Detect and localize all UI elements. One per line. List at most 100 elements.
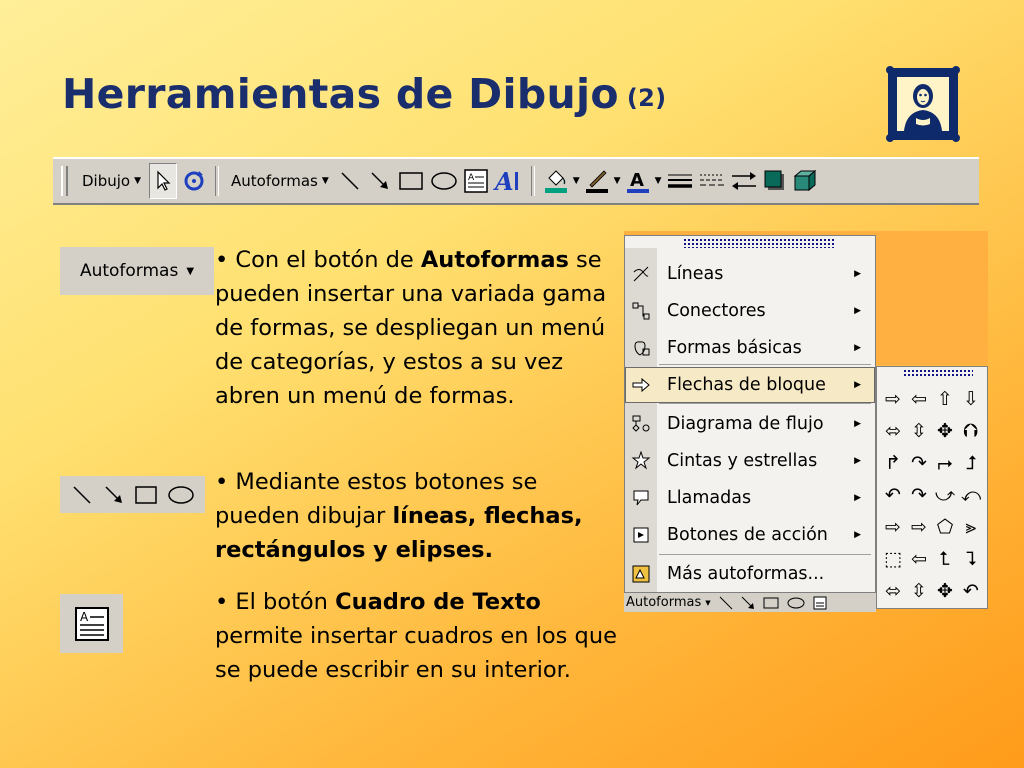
callouts-icon [625, 488, 657, 508]
line-color-button[interactable]: ▼ [584, 164, 621, 198]
oval-icon[interactable] [167, 483, 195, 507]
rectangle-icon[interactable] [762, 595, 780, 611]
menu-item-label: Conectores [667, 301, 766, 321]
p1-bold-text: Autoformas [420, 247, 569, 273]
submenu-arrow-icon: ▶ [854, 530, 861, 540]
line-icon[interactable] [718, 595, 734, 611]
shape-option[interactable]: ⇳ [906, 575, 932, 607]
text-box-icon: A [74, 606, 109, 641]
lines-icon [625, 264, 657, 284]
arrow-icon[interactable] [102, 483, 126, 507]
arrow-icon[interactable] [740, 595, 756, 611]
menu-item-cintas-y-estrellas[interactable]: Cintas y estrellas ▶ [625, 443, 875, 479]
oval-icon[interactable] [786, 595, 806, 611]
menu-divider [659, 364, 871, 365]
shape-option[interactable]: ⇧ [932, 383, 958, 415]
menu-item-llamadas[interactable]: Llamadas ▶ [625, 480, 875, 516]
shape-option[interactable]: ⇦ [906, 543, 932, 575]
dropdown-arrow-icon: ▼ [705, 598, 711, 607]
slide-title: Herramientas de Dibujo (2) [62, 70, 666, 118]
mini-autoformas-label[interactable]: Autoformas [626, 595, 701, 610]
shape-option[interactable]: ⇨ [880, 383, 906, 415]
arrow-style-button[interactable] [730, 164, 758, 198]
toolbar-separator [530, 166, 535, 196]
shape-option[interactable]: ⮉ [958, 415, 984, 447]
shape-option[interactable]: ⤺ [958, 479, 984, 511]
shape-option[interactable]: ⤻ [932, 479, 958, 511]
shape-option[interactable]: ↶ [880, 479, 906, 511]
shape-option[interactable]: ↱ [880, 447, 906, 479]
submenu-arrow-icon: ▶ [854, 306, 861, 316]
free-rotate-button[interactable] [181, 164, 207, 198]
dibujo-menu-label: Dibujo [82, 172, 131, 190]
wordart-button[interactable]: A [493, 164, 523, 198]
line-style-button[interactable] [666, 164, 694, 198]
menu-item-flechas-de-bloque[interactable]: Flechas de bloque ▶ [625, 367, 875, 403]
shape-option[interactable]: ↶ [958, 575, 984, 607]
shape-option[interactable]: ⮣ [932, 447, 958, 479]
shape-option[interactable]: ⇦ [906, 383, 932, 415]
autoformas-menu-button[interactable]: Autoformas ▼ [227, 164, 333, 198]
dash-style-button[interactable] [698, 164, 726, 198]
text-box-icon[interactable] [812, 595, 828, 611]
shape-option[interactable]: ✥ [932, 415, 958, 447]
line-button[interactable] [337, 164, 363, 198]
menu-item-botones-de-accion[interactable]: Botones de acción ▶ [625, 517, 875, 553]
block-arrows-submenu: ⇨ ⇦ ⇧ ⇩ ⬄ ⇳ ✥ ⮉ ↱ ↷ ⮣ ⮥ ↶ ↷ ⤻ ⤺ ⇨ ⇨ ⬠ ⪢ … [876, 366, 988, 609]
line-icon[interactable] [70, 483, 94, 507]
shape-option[interactable]: ⮤ [932, 543, 958, 575]
shape-option[interactable]: ↷ [906, 479, 932, 511]
dropdown-arrow-icon: ▼ [134, 176, 142, 186]
shape-option[interactable]: ⮥ [958, 447, 984, 479]
shape-option[interactable]: ⇳ [906, 415, 932, 447]
shape-option[interactable]: ⇩ [958, 383, 984, 415]
menu-item-mas-autoformas[interactable]: Más autoformas... [625, 556, 875, 592]
framed-picture-icon [886, 66, 960, 142]
shape-option[interactable]: ⬠ [932, 511, 958, 543]
block-arrows-icon [625, 375, 657, 395]
connectors-icon [625, 301, 657, 321]
text-box-button[interactable]: A [463, 164, 489, 198]
rectangle-icon[interactable] [133, 483, 159, 507]
font-color-button[interactable]: A ▼ [625, 164, 662, 198]
menu-item-formas-basicas[interactable]: Formas básicas ▶ [625, 330, 875, 366]
oval-button[interactable] [429, 164, 459, 198]
shape-option[interactable]: ✥ [932, 575, 958, 607]
menu-item-label: Botones de acción [667, 525, 828, 545]
shape-option[interactable]: ⬚ [880, 543, 906, 575]
menu-drag-handle[interactable] [683, 238, 835, 248]
shape-option[interactable]: ⇨ [906, 511, 932, 543]
submenu-arrow-icon: ▶ [854, 343, 861, 353]
text-box-description: • El botón Cuadro de Texto permite inser… [215, 585, 625, 687]
shape-option[interactable]: ⮧ [958, 543, 984, 575]
drawing-toolbar: Dibujo ▼ Autoformas ▼ A A ▼ ▼ A ▼ [53, 157, 979, 205]
shape-option[interactable]: ⇨ [880, 511, 906, 543]
arrow-button[interactable] [367, 164, 393, 198]
arrow-style-icon [731, 172, 756, 190]
3d-button[interactable] [792, 164, 818, 198]
shape-option[interactable]: ⬄ [880, 575, 906, 607]
menu-item-lineas[interactable]: Líneas ▶ [625, 256, 875, 292]
toolbar-grip[interactable] [61, 166, 68, 196]
menu-item-diagrama-de-flujo[interactable]: Diagrama de flujo ▶ [625, 406, 875, 442]
menu-item-label: Formas básicas [667, 338, 802, 358]
select-objects-button[interactable] [149, 163, 178, 199]
rectangle-button[interactable] [397, 164, 425, 198]
shape-option[interactable]: ⬄ [880, 415, 906, 447]
svg-text:A: A [468, 173, 475, 183]
slide-title-text: Herramientas de Dibujo [62, 70, 619, 118]
autoformas-button-sample[interactable]: Autoformas ▼ [60, 247, 214, 295]
text-box-button-sample[interactable]: A [60, 594, 123, 653]
shape-option[interactable]: ↷ [906, 447, 932, 479]
dibujo-menu-button[interactable]: Dibujo ▼ [78, 164, 145, 198]
shape-option[interactable]: ⪢ [958, 511, 984, 543]
menu-item-label: Cintas y estrellas [667, 451, 818, 471]
rectangle-icon [399, 172, 423, 190]
fill-color-button[interactable]: ▼ [543, 164, 580, 198]
menu-divider [659, 554, 871, 555]
shadow-button[interactable] [762, 164, 788, 198]
menu-item-conectores[interactable]: Conectores ▶ [625, 293, 875, 329]
dropdown-arrow-icon: ▼ [572, 176, 580, 186]
submenu-drag-handle[interactable] [903, 369, 973, 377]
autoformas-menu-screenshot: Líneas ▶ Conectores ▶ Formas básicas ▶ F… [624, 231, 988, 612]
